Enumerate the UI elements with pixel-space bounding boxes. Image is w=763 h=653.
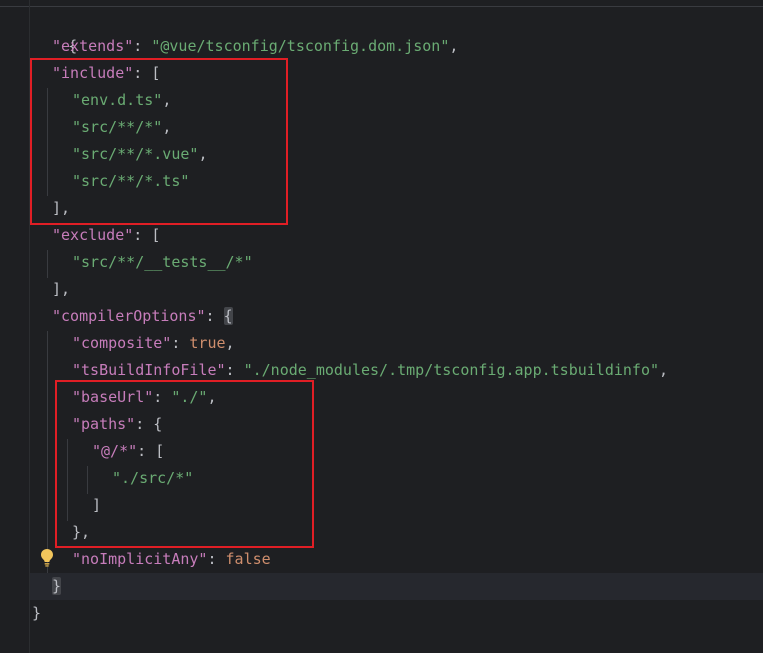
json-key: "noImplicitAny"	[72, 550, 208, 568]
code-line-21[interactable]: "noImplicitAny": false	[72, 546, 271, 573]
json-key: "paths"	[72, 415, 136, 433]
json-string: "src/**/*"	[72, 118, 163, 136]
json-boolean: true	[189, 334, 226, 352]
code-line-2[interactable]: "extends": "@vue/tsconfig/tsconfig.dom.j…	[52, 33, 458, 60]
code-line-8[interactable]: ],	[52, 195, 70, 222]
matched-brace: {	[223, 307, 233, 325]
code-editor[interactable]: { "extends": "@vue/tsconfig/tsconfig.dom…	[0, 0, 763, 653]
json-string: "env.d.ts"	[72, 91, 163, 109]
json-key: "@/*"	[92, 442, 138, 460]
matched-brace: }	[52, 577, 62, 595]
code-line-6[interactable]: "src/**/*.vue",	[72, 141, 207, 168]
code-line-9[interactable]: "exclude": [	[52, 222, 160, 249]
editor-top-border	[0, 0, 763, 7]
json-key: "include"	[52, 64, 134, 82]
code-line-4[interactable]: "env.d.ts",	[72, 87, 171, 114]
json-key: "tsBuildInfoFile"	[72, 361, 226, 379]
code-line-10[interactable]: "src/**/__tests__/*"	[72, 249, 253, 276]
json-key: "baseUrl"	[72, 388, 154, 406]
code-line-15[interactable]: "baseUrl": "./",	[72, 384, 217, 411]
code-line-5[interactable]: "src/**/*",	[72, 114, 171, 141]
code-line-18[interactable]: "./src/*"	[112, 465, 193, 492]
code-line-19[interactable]: ]	[92, 492, 101, 519]
indent-guide	[87, 466, 88, 494]
json-boolean: false	[225, 550, 271, 568]
code-line-1[interactable]: {	[32, 6, 77, 55]
code-line-13[interactable]: "composite": true,	[72, 330, 235, 357]
code-line-7[interactable]: "src/**/*.ts"	[72, 168, 189, 195]
json-key: "compilerOptions"	[52, 307, 206, 325]
json-string: "src/**/__tests__/*"	[72, 253, 253, 271]
json-string: "@vue/tsconfig/tsconfig.dom.json"	[151, 37, 450, 55]
json-key: "composite"	[72, 334, 172, 352]
indent-guide	[47, 88, 48, 196]
code-line-14[interactable]: "tsBuildInfoFile": "./node_modules/.tmp/…	[72, 357, 668, 384]
json-string: "./src/*"	[112, 469, 194, 487]
json-string: "src/**/*.ts"	[72, 172, 190, 190]
indent-guide	[47, 250, 48, 278]
code-line-3[interactable]: "include": [	[52, 60, 160, 87]
lightbulb-icon[interactable]	[40, 548, 54, 568]
code-line-16[interactable]: "paths": {	[72, 411, 162, 438]
json-key: "exclude"	[52, 226, 134, 244]
json-string: "src/**/*.vue"	[72, 145, 199, 163]
code-line-11[interactable]: ],	[52, 276, 70, 303]
gutter-divider	[29, 0, 30, 653]
json-string: "./node_modules/.tmp/tsconfig.app.tsbuil…	[243, 361, 660, 379]
code-line-22-current[interactable]: }	[30, 573, 763, 600]
json-key: "extends"	[52, 37, 134, 55]
indent-guide	[47, 331, 48, 576]
indent-guide	[67, 439, 68, 521]
code-line-12[interactable]: "compilerOptions": {	[52, 303, 233, 330]
code-line-20[interactable]: },	[72, 519, 90, 546]
code-line-17[interactable]: "@/*": [	[92, 438, 164, 465]
code-line-23[interactable]: }	[32, 600, 41, 627]
json-string: "./"	[171, 388, 208, 406]
